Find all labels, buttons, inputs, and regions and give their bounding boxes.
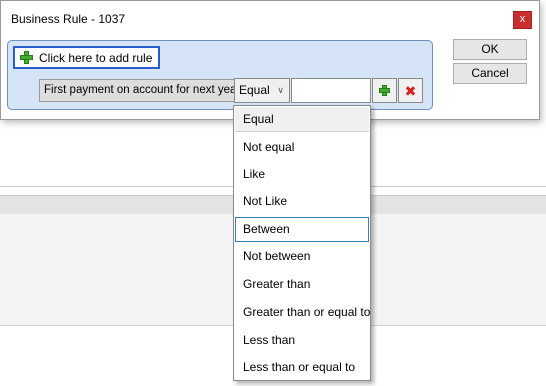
ok-button[interactable]: OK <box>453 39 527 60</box>
cancel-button[interactable]: Cancel <box>453 63 527 84</box>
dropdown-option-not-like[interactable]: Not Like <box>235 189 369 214</box>
chevron-down-icon: ∨ <box>277 85 284 95</box>
business-rule-dialog: Business Rule - 1037 x Click here to add… <box>0 0 540 120</box>
operator-dropdown-list: Equal Not equal Like Not Like Between No… <box>233 105 371 381</box>
plus-icon <box>20 51 33 64</box>
dialog-title: Business Rule - 1037 <box>11 12 126 26</box>
plus-icon <box>379 85 390 96</box>
rule-value-input[interactable] <box>291 78 371 103</box>
operator-select[interactable]: Equal ∨ <box>234 78 290 103</box>
delete-icon: ✖ <box>404 82 417 99</box>
dropdown-option-less-than-or-equal[interactable]: Less than or equal to <box>235 355 369 380</box>
dropdown-option-not-between[interactable]: Not between <box>235 244 369 269</box>
rule-field-label: First payment on account for next year <box>39 79 235 102</box>
dropdown-option-between[interactable]: Between <box>235 217 369 242</box>
dropdown-option-less-than[interactable]: Less than <box>235 328 369 353</box>
dropdown-option-equal[interactable]: Equal <box>235 107 369 132</box>
add-rule-label: Click here to add rule <box>39 50 153 65</box>
rule-panel: Click here to add rule First payment on … <box>7 40 433 110</box>
dropdown-option-not-equal[interactable]: Not equal <box>235 135 369 160</box>
dropdown-option-greater-than-or-equal[interactable]: Greater than or equal to <box>235 300 370 325</box>
close-icon: x <box>519 13 526 25</box>
close-button[interactable]: x <box>513 11 532 29</box>
dropdown-option-like[interactable]: Like <box>235 162 369 187</box>
remove-condition-button[interactable]: ✖ <box>398 78 423 103</box>
operator-value: Equal <box>239 83 270 97</box>
add-rule-button[interactable]: Click here to add rule <box>13 46 160 69</box>
dialog-titlebar: Business Rule - 1037 x <box>1 1 539 35</box>
add-condition-button[interactable] <box>372 78 397 103</box>
dropdown-option-greater-than[interactable]: Greater than <box>235 272 369 297</box>
